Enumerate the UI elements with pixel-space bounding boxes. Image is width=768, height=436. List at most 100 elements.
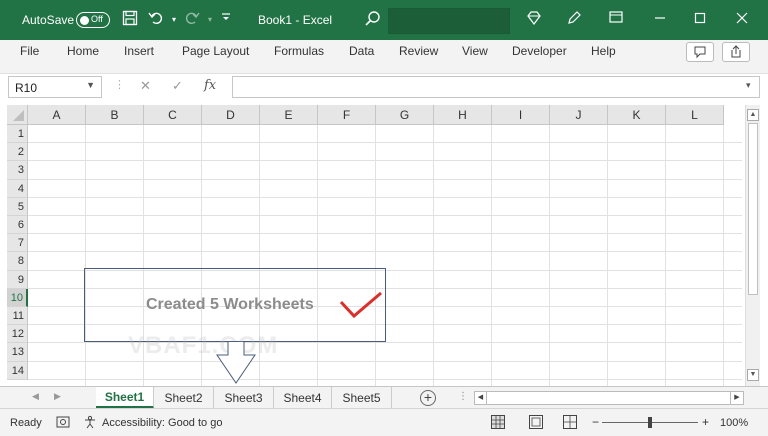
vertical-scrollbar[interactable]: ▲ ▼	[745, 105, 760, 386]
tab-sheet1[interactable]: Sheet1	[96, 387, 154, 409]
tab-divider-icon[interactable]: ⋮	[458, 391, 468, 402]
formula-input[interactable]	[232, 76, 760, 98]
gridline-horizontal	[28, 215, 742, 216]
expand-formula-icon[interactable]: ▾	[746, 80, 751, 91]
menu-formulas[interactable]: Formulas	[274, 44, 324, 58]
enter-icon[interactable]: ✓	[172, 78, 183, 94]
gridline-horizontal	[28, 160, 742, 162]
scroll-left-icon[interactable]: ◀	[475, 392, 487, 404]
autosave-label: AutoSave	[22, 13, 75, 27]
scroll-up-icon[interactable]: ▲	[747, 109, 759, 121]
menu-insert[interactable]: Insert	[124, 44, 154, 58]
accessibility-icon[interactable]	[84, 415, 100, 432]
customize-toolbar-icon[interactable]	[216, 10, 236, 30]
row-header[interactable]: 1	[7, 125, 28, 144]
scroll-down-icon[interactable]: ▼	[747, 369, 759, 381]
column-header[interactable]: A	[28, 105, 86, 125]
gridline-vertical	[723, 125, 724, 386]
menu-developer[interactable]: Developer	[512, 44, 567, 58]
gridline-horizontal	[28, 251, 742, 253]
menu-view[interactable]: View	[462, 44, 488, 58]
gridline-vertical	[491, 125, 492, 386]
tab-sheet4[interactable]: Sheet4	[274, 387, 332, 409]
minimize-icon[interactable]	[650, 10, 670, 30]
chevron-down-icon[interactable]: ▼	[86, 80, 95, 90]
worksheet-grid[interactable]: A B C D E F G H I J K L 1 2 3 4 5 6 7 8 9 10 11 12 13 14	[0, 105, 768, 386]
row-header[interactable]: 11	[7, 307, 28, 326]
row-header[interactable]: 14	[7, 361, 28, 380]
undo-dropdown-icon[interactable]: ▾	[164, 10, 184, 30]
autosave-toggle[interactable]: Off	[76, 12, 110, 28]
column-header[interactable]: K	[608, 105, 666, 125]
menu-help[interactable]: Help	[591, 44, 616, 58]
name-box[interactable]: R10 ▼	[8, 76, 102, 98]
row-header[interactable]: 9	[7, 270, 28, 289]
select-all-corner[interactable]	[7, 105, 28, 125]
gridline-horizontal	[28, 378, 742, 380]
redo-icon[interactable]	[182, 10, 202, 30]
horizontal-scrollbar[interactable]: ◀	[474, 391, 744, 405]
normal-view-icon[interactable]	[490, 414, 506, 433]
column-header[interactable]: J	[550, 105, 608, 125]
menu-data[interactable]: Data	[349, 44, 374, 58]
zoom-level[interactable]: 100%	[720, 417, 748, 429]
row-header[interactable]: 12	[7, 325, 28, 344]
pen-icon[interactable]	[564, 10, 584, 30]
accessibility-status[interactable]: Accessibility: Good to go	[102, 417, 222, 429]
row-header[interactable]: 8	[7, 252, 28, 271]
column-header[interactable]: I	[492, 105, 550, 125]
zoom-out-button[interactable]: −	[592, 415, 599, 429]
row-header[interactable]: 3	[7, 161, 28, 180]
share-button[interactable]	[722, 42, 750, 62]
add-sheet-button[interactable]: +	[420, 390, 436, 406]
sheet-tab-bar: ◀ ▶ Sheet1 Sheet2 Sheet3 Sheet4 Sheet5 +…	[0, 386, 768, 409]
column-header[interactable]: H	[434, 105, 492, 125]
column-header[interactable]: B	[86, 105, 144, 125]
row-header[interactable]: 4	[7, 179, 28, 198]
formula-bar: R10 ▼ ⋮ ✕ ✓ fx ▾	[0, 74, 768, 102]
zoom-in-button[interactable]: +	[702, 415, 709, 429]
menu-file[interactable]: File	[20, 44, 39, 58]
menu-home[interactable]: Home	[67, 44, 99, 58]
column-header[interactable]: D	[202, 105, 260, 125]
user-account-area[interactable]	[388, 8, 510, 34]
row-header[interactable]: 10	[7, 288, 28, 307]
tab-scroll-right-icon[interactable]: ▶	[54, 391, 61, 402]
insert-function-icon[interactable]: fx	[204, 78, 216, 93]
column-header[interactable]: C	[144, 105, 202, 125]
tab-sheet5[interactable]: Sheet5	[332, 387, 392, 409]
undo-icon[interactable]	[146, 10, 166, 30]
column-header[interactable]: E	[260, 105, 318, 125]
column-header[interactable]: F	[318, 105, 376, 125]
row-header[interactable]: 2	[7, 143, 28, 162]
page-break-view-icon[interactable]	[562, 414, 578, 433]
tab-sheet2[interactable]: Sheet2	[154, 387, 214, 409]
search-icon[interactable]	[364, 10, 384, 30]
tab-sheet3[interactable]: Sheet3	[214, 387, 274, 409]
menu-page-layout[interactable]: Page Layout	[182, 44, 249, 58]
vertical-scroll-thumb[interactable]	[748, 123, 758, 295]
save-icon[interactable]	[120, 10, 140, 30]
callout-text: Created 5 Worksheets	[146, 296, 314, 313]
row-header[interactable]: 5	[7, 197, 28, 216]
macro-record-icon[interactable]	[56, 415, 70, 432]
tab-scroll-left-icon[interactable]: ◀	[32, 391, 39, 402]
cancel-icon[interactable]: ✕	[140, 78, 151, 94]
comments-button[interactable]	[686, 42, 714, 62]
page-layout-view-icon[interactable]	[528, 414, 544, 433]
zoom-slider-thumb[interactable]	[648, 417, 652, 428]
column-header[interactable]: L	[666, 105, 724, 125]
column-header[interactable]: G	[376, 105, 434, 125]
menu-bar: File Home Insert Page Layout Formulas Da…	[0, 40, 768, 64]
diamond-icon[interactable]	[524, 10, 544, 30]
row-header[interactable]: 6	[7, 216, 28, 235]
menu-review[interactable]: Review	[399, 44, 438, 58]
row-header[interactable]: 7	[7, 234, 28, 253]
maximize-icon[interactable]	[690, 10, 710, 30]
ribbon-display-icon[interactable]	[606, 10, 626, 30]
arrow-down-icon	[216, 342, 256, 384]
row-header[interactable]: 13	[7, 343, 28, 362]
close-icon[interactable]	[732, 10, 752, 30]
gridline-vertical	[549, 125, 550, 386]
scroll-right-icon[interactable]: ▶	[730, 391, 744, 405]
